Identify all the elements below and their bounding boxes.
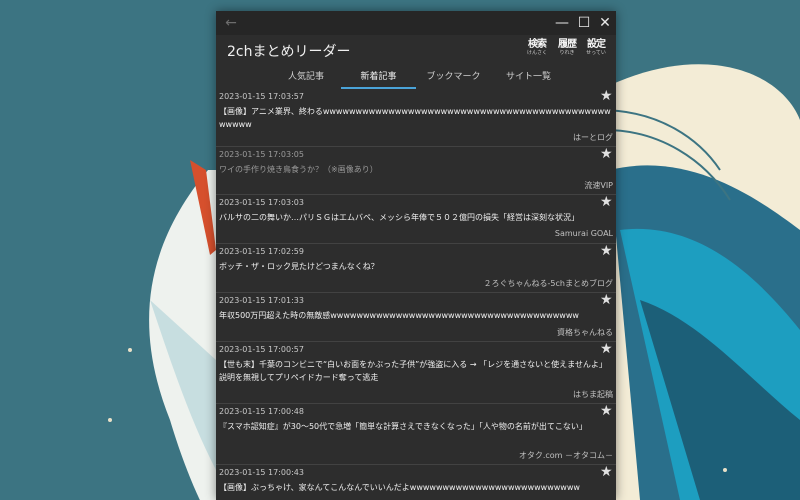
back-arrow-icon[interactable]: ←	[222, 14, 240, 32]
bookmark-star-icon[interactable]: ★	[600, 403, 613, 419]
article-list: 2023-01-15 17:03:57 ★ 【画像】アニメ業界、終わるwwwww…	[216, 88, 616, 500]
article-title: 【画像】アニメ業界、終わるwwwwwwwwwwwwwwwwwwwwwwwwwww…	[219, 107, 611, 129]
article-source: はーとログ	[573, 133, 613, 142]
settings-icon: 設定	[587, 39, 606, 50]
tab-popular[interactable]: 人気記事	[271, 68, 341, 89]
history-button[interactable]: 履歴 りれき	[555, 37, 579, 61]
tab-bar: 人気記事 新着記事 ブックマーク サイト一覧	[216, 65, 616, 89]
article-title: ボッチ・ザ・ロック見たけどつまんなくね？	[219, 262, 379, 271]
article-title: 年収500万円超えた時の無敵感wwwwwwwwwwwwwwwwwwwwwwwww…	[219, 311, 579, 320]
tab-bookmarks[interactable]: ブックマーク	[416, 68, 491, 89]
bookmark-star-icon[interactable]: ★	[600, 341, 613, 357]
history-icon: 履歴	[558, 39, 577, 50]
search-ruby: けんさく	[526, 50, 547, 56]
list-item[interactable]: 2023-01-15 17:00:57 ★ 【世も末】千葉のコンビニで“白いお面…	[216, 341, 616, 404]
bookmark-star-icon[interactable]: ★	[600, 146, 613, 162]
app-window: ← — ☐ ✕ 2chまとめリーダー 検索 けんさく 履歴 りれき 設定 せって…	[216, 11, 616, 500]
app-title: 2chまとめリーダー	[227, 44, 351, 60]
list-item[interactable]: 2023-01-15 17:03:05 ★ ワイの手作り焼き鳥食うか？（※画像あ…	[216, 146, 616, 195]
tab-sites[interactable]: サイト一覧	[491, 68, 566, 89]
article-source: はちま起稿	[573, 390, 613, 399]
bookmark-star-icon[interactable]: ★	[600, 88, 613, 104]
article-time: 2023-01-15 17:01:33	[219, 296, 304, 305]
article-title: バルサの二の舞いか…パリＳＧはエムバペ、メッシら年俸で５０２億円の損失「経営は深…	[219, 213, 579, 222]
bookmark-star-icon[interactable]: ★	[600, 194, 613, 210]
list-item[interactable]: 2023-01-15 17:00:43 ★ 【画像】ぶっちゃけ、家なんてこんなん…	[216, 464, 616, 500]
list-item[interactable]: 2023-01-15 17:00:48 ★ 『スマホ認知症』が30〜50代で急増…	[216, 403, 616, 465]
title-bar: ← — ☐ ✕	[216, 11, 616, 35]
settings-ruby: せってい	[586, 50, 606, 56]
article-time: 2023-01-15 17:00:43	[219, 468, 304, 477]
article-source: 流速VIP	[584, 181, 613, 190]
article-source: オタク.com －オタコム－	[518, 451, 613, 460]
article-source: Samurai GOAL	[554, 229, 613, 238]
close-icon[interactable]: ✕	[594, 13, 616, 33]
app-bar: 2chまとめリーダー 検索 けんさく 履歴 りれき 設定 せってい	[216, 35, 616, 65]
article-title: ワイの手作り焼き鳥食うか？（※画像あり）	[219, 165, 378, 174]
list-item[interactable]: 2023-01-15 17:03:03 ★ バルサの二の舞いか…パリＳＧはエムバ…	[216, 194, 616, 244]
minimize-icon[interactable]: —	[551, 13, 573, 33]
search-button[interactable]: 検索 けんさく	[525, 37, 549, 61]
history-ruby: りれき	[559, 50, 575, 56]
article-time: 2023-01-15 17:03:03	[219, 198, 304, 207]
article-title: 『スマホ認知症』が30〜50代で急増「簡単な計算さえできなくなった」「人や物の名…	[219, 422, 587, 431]
bookmark-star-icon[interactable]: ★	[600, 464, 613, 480]
bookmark-star-icon[interactable]: ★	[600, 292, 613, 308]
article-title: 【世も末】千葉のコンビニで“白いお面をかぶった子供”が強盗に入る → 「レジを通…	[219, 360, 607, 382]
list-item[interactable]: 2023-01-15 17:03:57 ★ 【画像】アニメ業界、終わるwwwww…	[216, 88, 616, 147]
list-item[interactable]: 2023-01-15 17:01:33 ★ 年収500万円超えた時の無敵感www…	[216, 292, 616, 342]
bookmark-star-icon[interactable]: ★	[600, 243, 613, 259]
article-time: 2023-01-15 17:02:59	[219, 247, 304, 256]
article-time: 2023-01-15 17:00:48	[219, 407, 304, 416]
article-title: 【画像】ぶっちゃけ、家なんてこんなんでいいんだよwwwwwwwwwwwwwwww…	[219, 483, 580, 492]
article-time: 2023-01-15 17:03:57	[219, 92, 304, 101]
article-time: 2023-01-15 17:03:05	[219, 150, 304, 159]
article-time: 2023-01-15 17:00:57	[219, 345, 304, 354]
settings-button[interactable]: 設定 せってい	[584, 37, 608, 61]
article-source: ２ろぐちゃんねる-5chまとめブログ	[483, 279, 613, 288]
article-source: 資格ちゃんねる	[557, 328, 613, 337]
list-item[interactable]: 2023-01-15 17:02:59 ★ ボッチ・ザ・ロック見たけどつまんなく…	[216, 243, 616, 293]
maximize-icon[interactable]: ☐	[573, 13, 595, 33]
search-icon: 検索	[528, 39, 547, 50]
tab-new[interactable]: 新着記事	[341, 68, 416, 89]
